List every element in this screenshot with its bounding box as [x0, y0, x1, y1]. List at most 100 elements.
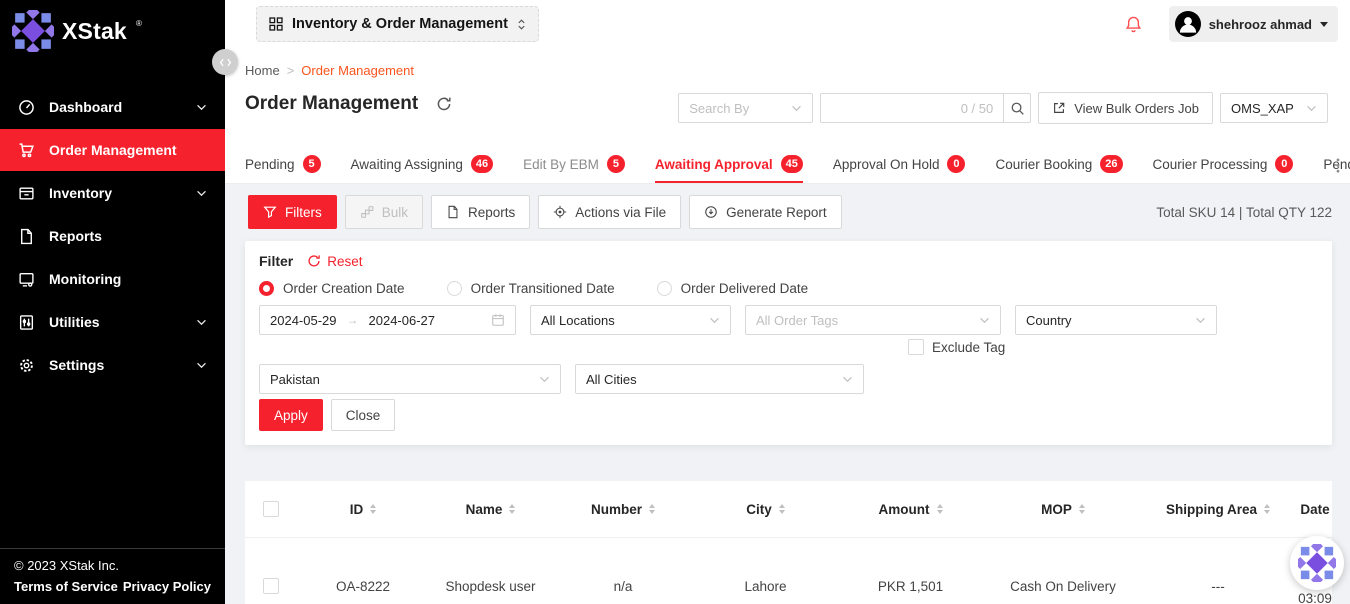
column-label: ID	[350, 502, 364, 517]
search-button[interactable]	[1003, 93, 1031, 123]
breadcrumb-home[interactable]: Home	[245, 63, 280, 78]
country-placeholder: Country	[1026, 313, 1072, 328]
close-button[interactable]: Close	[331, 399, 396, 431]
country-value-select[interactable]: Pakistan	[259, 364, 561, 394]
view-bulk-orders-label: View Bulk Orders Job	[1074, 101, 1199, 116]
tab-pending[interactable]: Pending 5	[245, 145, 321, 183]
search-input[interactable]: 0 / 50	[820, 93, 1003, 123]
column-header-name[interactable]: Name	[433, 502, 548, 517]
main-area: Inventory & Order Management shehrooz ah…	[225, 0, 1350, 604]
chat-widget-button[interactable]	[1290, 536, 1344, 590]
refresh-icon[interactable]	[436, 96, 452, 112]
search-counter: 0 / 50	[961, 101, 994, 116]
oms-select[interactable]: OMS_XAP	[1220, 93, 1328, 123]
table-row[interactable]: OA-8222 Shopdesk user n/a Lahore PKR 1,5…	[245, 538, 1332, 604]
tab-count-badge: 0	[1275, 155, 1293, 173]
sidebar-item-dashboard[interactable]: Dashboard	[0, 86, 225, 128]
sidebar-item-order-management[interactable]: Order Management	[0, 129, 225, 171]
tab-awaiting-approval[interactable]: Awaiting Approval 45	[655, 145, 803, 183]
sort-icon	[937, 504, 943, 514]
radio-order-delivered-date[interactable]: Order Delivered Date	[657, 281, 809, 296]
cities-select[interactable]: All Cities	[575, 364, 864, 394]
sort-icon	[509, 504, 515, 514]
tab-label: Edit By EBM	[523, 157, 599, 172]
column-header-shipping-area[interactable]: Shipping Area	[1138, 502, 1298, 517]
radio-label: Order Transitioned Date	[471, 281, 615, 296]
sidebar-menu: Dashboard Order Management Inventory	[0, 86, 225, 386]
user-name: shehrooz ahmad	[1209, 17, 1312, 32]
tab-count-badge: 5	[303, 155, 321, 173]
filters-label: Filters	[285, 205, 322, 220]
sidebar-item-inventory[interactable]: Inventory	[0, 172, 225, 214]
notification-bell-icon[interactable]	[1124, 15, 1143, 34]
status-tabs: Pending 5 Awaiting Assigning 46 Edit By …	[245, 145, 1350, 183]
apply-button[interactable]: Apply	[259, 399, 323, 431]
chevron-down-icon	[979, 317, 990, 324]
radio-order-creation-date[interactable]: Order Creation Date	[259, 281, 405, 296]
sidebar-collapse-button[interactable]	[212, 49, 238, 75]
column-header-number[interactable]: Number	[548, 502, 698, 517]
row-checkbox[interactable]	[263, 578, 279, 594]
avatar	[1175, 11, 1201, 37]
country-select[interactable]: Country	[1015, 305, 1217, 335]
order-tags-select[interactable]: All Order Tags	[745, 305, 1001, 335]
column-label: MOP	[1041, 502, 1072, 517]
column-header-mop[interactable]: MOP	[988, 502, 1138, 517]
utilities-icon	[18, 314, 35, 331]
column-label: Date	[1300, 502, 1329, 517]
sidebar-item-label: Monitoring	[49, 271, 121, 287]
column-label: Amount	[879, 502, 930, 517]
grid-icon	[269, 17, 283, 31]
brand-name: XStak	[62, 18, 127, 45]
sort-icon	[779, 504, 785, 514]
breadcrumb: Home > Order Management	[245, 63, 414, 78]
tab-courier-processing[interactable]: Courier Processing 0	[1153, 145, 1294, 183]
sidebar-item-monitoring[interactable]: Monitoring	[0, 258, 225, 300]
sidebar-item-reports[interactable]: Reports	[0, 215, 225, 257]
orders-table: ID Name Number City	[245, 481, 1332, 604]
radio-label: Order Creation Date	[283, 281, 405, 296]
cell-name: Shopdesk user	[433, 579, 548, 594]
tab-edit-by-ebm[interactable]: Edit By EBM 5	[523, 145, 625, 183]
reset-button[interactable]: Reset	[307, 254, 362, 269]
reports-label: Reports	[468, 205, 515, 220]
filter-funnel-icon	[263, 205, 277, 219]
generate-report-button[interactable]: Generate Report	[689, 195, 842, 229]
tab-approval-on-hold[interactable]: Approval On Hold 0	[833, 145, 966, 183]
tab-label: Courier Processing	[1153, 157, 1268, 172]
exclude-tag-label: Exclude Tag	[932, 340, 1005, 355]
date-range-picker[interactable]: 2024-05-29 → 2024-06-27	[259, 305, 516, 335]
reports-button[interactable]: Reports	[431, 195, 530, 229]
column-label: Name	[466, 502, 503, 517]
radio-order-transitioned-date[interactable]: Order Transitioned Date	[447, 281, 615, 296]
sidebar-item-utilities[interactable]: Utilities	[0, 301, 225, 343]
privacy-link[interactable]: Privacy Policy	[123, 579, 211, 594]
cell-amount: PKR 1,501	[833, 579, 988, 594]
generate-report-label: Generate Report	[726, 205, 827, 220]
tab-awaiting-assigning[interactable]: Awaiting Assigning 46	[351, 145, 494, 183]
reset-label: Reset	[327, 254, 362, 269]
app-switcher[interactable]: Inventory & Order Management	[256, 6, 539, 42]
search-by-select[interactable]: Search By	[678, 93, 813, 123]
radio-icon	[657, 281, 672, 296]
select-all-checkbox[interactable]	[263, 501, 279, 517]
column-header-city[interactable]: City	[698, 502, 833, 517]
view-bulk-orders-button[interactable]: View Bulk Orders Job	[1038, 92, 1213, 124]
locations-value: All Locations	[541, 313, 615, 328]
tabs-overflow-icon[interactable]	[1336, 158, 1340, 173]
terms-link[interactable]: Terms of Service	[14, 579, 118, 594]
exclude-tag-checkbox[interactable]: Exclude Tag	[908, 339, 1005, 355]
user-menu[interactable]: shehrooz ahmad	[1169, 6, 1338, 42]
actions-via-file-button[interactable]: Actions via File	[538, 195, 681, 229]
sidebar-item-settings[interactable]: Settings	[0, 344, 225, 386]
content-area: Filters Bulk Reports	[225, 184, 1350, 604]
column-header-date[interactable]: Date	[1298, 502, 1332, 517]
filters-button[interactable]: Filters	[248, 195, 337, 229]
column-header-amount[interactable]: Amount	[833, 502, 988, 517]
sort-icon	[649, 504, 655, 514]
column-header-id[interactable]: ID	[293, 502, 433, 517]
locations-select[interactable]: All Locations	[530, 305, 731, 335]
tab-courier-booking[interactable]: Courier Booking 26	[995, 145, 1122, 183]
actions-via-file-label: Actions via File	[575, 205, 666, 220]
sidebar: XStak ® Dashboard Order Management	[0, 0, 225, 604]
